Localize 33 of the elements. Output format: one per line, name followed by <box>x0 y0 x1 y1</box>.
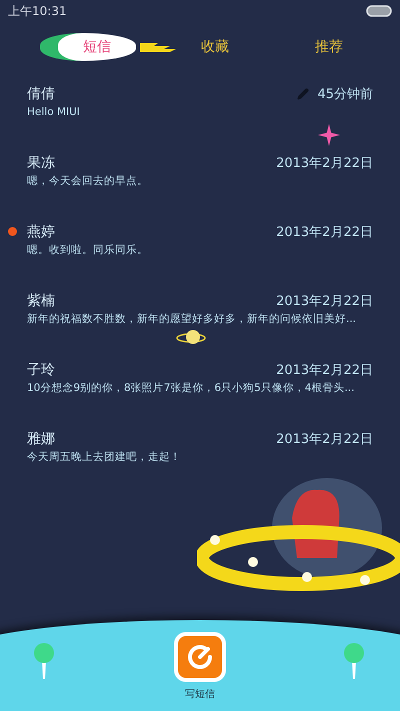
battery-icon <box>366 5 392 17</box>
star-icon <box>318 124 340 146</box>
compose-label: 写短信 <box>185 688 215 701</box>
contact-name: 子玲 <box>27 361 55 379</box>
message-row[interactable]: 倩倩 45分钟前 Hello MIUI <box>0 84 400 153</box>
compose-button[interactable] <box>174 632 226 682</box>
message-row[interactable]: 子玲 2013年2月22日 10分想念9别的你，8张照片7张是你，6只小狗5只像你，4根骨头... <box>0 360 400 429</box>
contact-name: 果冻 <box>27 154 55 172</box>
message-preview: 10分想念9别的你，8张照片7张是你，6只小狗5只像你，4根骨头... <box>27 381 354 396</box>
message-preview: 新年的祝福数不胜数，新年的愿望好多好多，新年的问候依旧美好... <box>27 312 356 327</box>
contact-name: 紫楠 <box>27 292 55 310</box>
status-time: 上午10:31 <box>8 2 67 20</box>
message-preview: 今天周五晚上去团建吧，走起！ <box>27 450 181 465</box>
tab[interactable]: 推荐 <box>294 33 364 61</box>
message-time: 2013年2月22日 <box>276 431 373 448</box>
message-time: 2013年2月22日 <box>276 155 373 172</box>
message-preview: Hello MIUI <box>27 105 80 120</box>
contact-name: 燕婷 <box>27 223 55 241</box>
message-time: 45分钟前 <box>317 86 373 103</box>
message-preview: 嗯，今天会回去的早点。 <box>27 174 148 189</box>
message-row[interactable]: 燕婷 2013年2月22日 嗯。收到啦。同乐同乐。 <box>0 222 400 291</box>
message-time: 2013年2月22日 <box>276 224 373 241</box>
message-row[interactable]: 果冻 2013年2月22日 嗯，今天会回去的早点。 <box>0 153 400 222</box>
message-time: 2013年2月22日 <box>276 293 373 310</box>
message-preview: 嗯。收到啦。同乐同乐。 <box>27 243 148 258</box>
message-row[interactable]: 紫楠 2013年2月22日 新年的祝福数不胜数，新年的愿望好多好多，新年的问候依旧美好... <box>0 291 400 360</box>
message-row[interactable]: 雅娜 2013年2月22日 今天周五晚上去团建吧，走起！ <box>0 429 400 498</box>
compose-icon <box>186 643 214 671</box>
contact-name: 雅娜 <box>27 430 55 448</box>
message-time: 2013年2月22日 <box>276 362 373 379</box>
flame-icon <box>140 41 176 55</box>
tab[interactable]: 收藏 <box>180 33 250 61</box>
contact-name: 倩倩 <box>27 85 55 103</box>
